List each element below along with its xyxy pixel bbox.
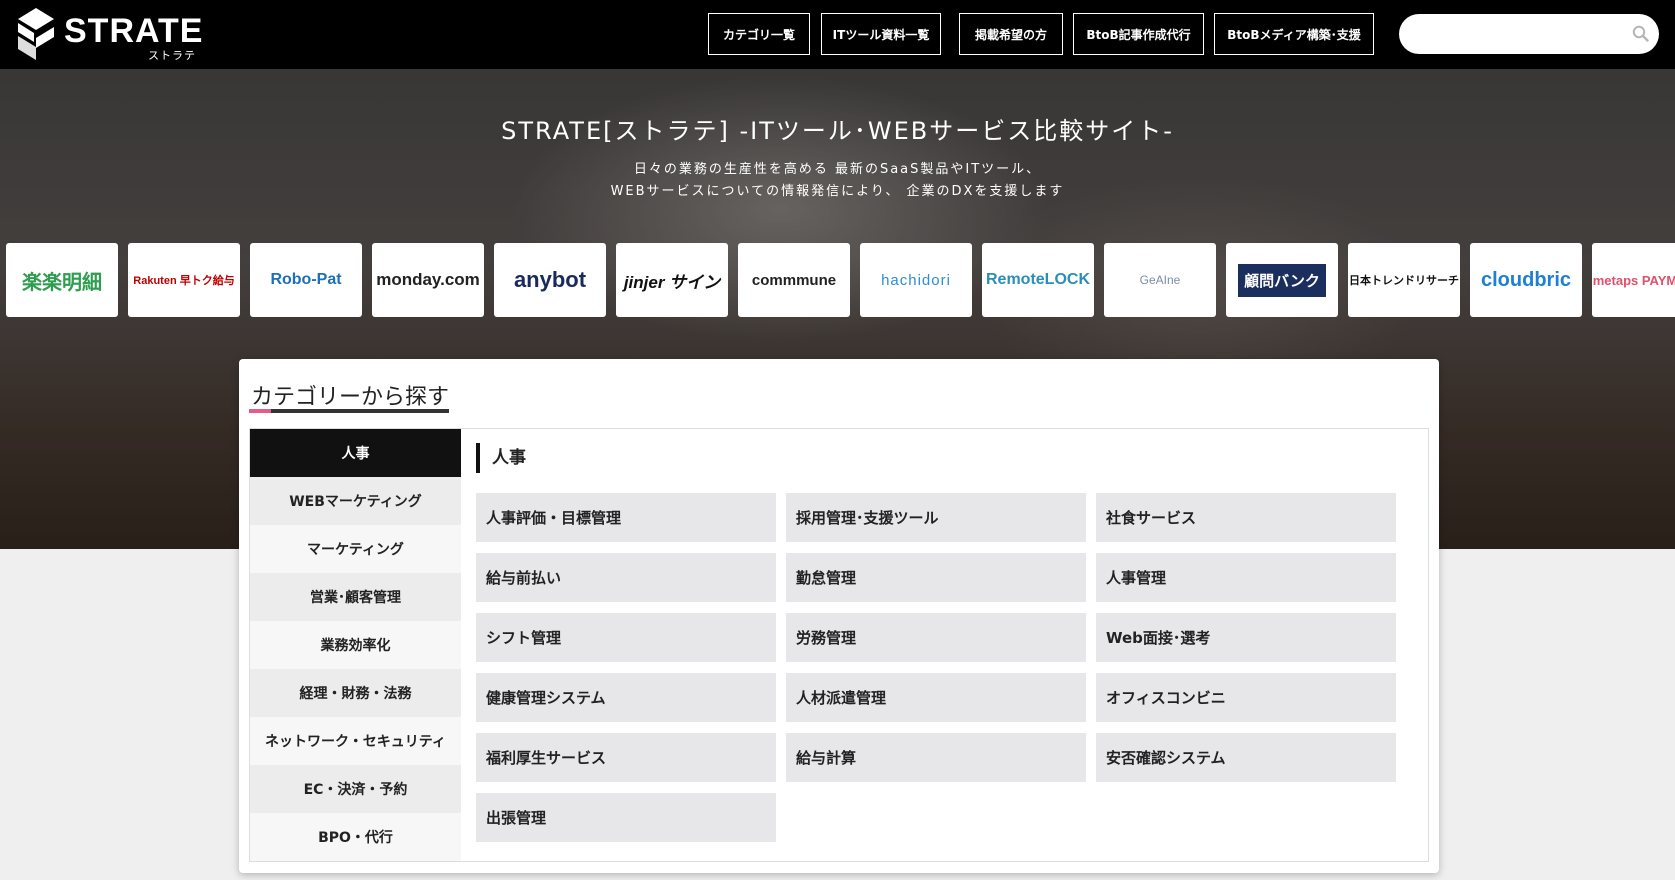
partner-logo-cloudbric[interactable]: cloudbric bbox=[1470, 243, 1582, 317]
partner-logo-rakuraku-meisai[interactable]: 楽楽明細 bbox=[6, 243, 118, 317]
partner-logo-carousel: 楽楽明細 Rakuten 早トク給与 Robo-Pat monday.com a… bbox=[6, 243, 1675, 317]
partner-logo-remotelock[interactable]: RemoteLOCK bbox=[982, 243, 1094, 317]
hero-title: STRATE[ストラテ] -ITツール･WEBサービス比較サイト- bbox=[501, 117, 1174, 145]
subcategory-link[interactable]: 出張管理 bbox=[476, 793, 776, 842]
logo-label: Robo-Pat bbox=[270, 271, 342, 288]
logo-label: anybot bbox=[513, 267, 587, 292]
logo-label: GeAIne bbox=[1139, 273, 1181, 287]
subcategory-link[interactable]: 給与前払い bbox=[476, 553, 776, 602]
logo-subtext: ストラテ bbox=[148, 49, 196, 62]
subcategory-link[interactable]: シフト管理 bbox=[476, 613, 776, 662]
category-tab-network-security[interactable]: ネットワーク・セキュリティ bbox=[250, 717, 461, 765]
category-sidebar: 人事 WEBマーケティング マーケティング 営業･顧客管理 業務効率化 経理・財… bbox=[250, 429, 461, 861]
nav-btob-article-button[interactable]: BtoB記事作成代行 bbox=[1073, 13, 1204, 55]
category-section-title: カテゴリーから探す bbox=[251, 385, 450, 410]
category-tab-hr[interactable]: 人事 bbox=[250, 429, 461, 477]
subcategory-link[interactable]: 安否確認システム bbox=[1096, 733, 1396, 782]
logo-label: 日本トレンドリサーチ bbox=[1349, 275, 1459, 287]
subcategory-link[interactable]: 人事管理 bbox=[1096, 553, 1396, 602]
logo-label: 顧問バンク bbox=[1238, 263, 1326, 297]
partner-logo-komon-bank[interactable]: 顧問バンク bbox=[1226, 243, 1338, 317]
logo-label: 楽楽明細 bbox=[22, 271, 102, 294]
category-panel: カテゴリーから探す 人事 WEBマーケティング マーケティング 営業･顧客管理 … bbox=[239, 359, 1439, 873]
subcategory-link[interactable]: 福利厚生サービス bbox=[476, 733, 776, 782]
logo-label: RemoteLOCK bbox=[985, 271, 1090, 288]
partner-logo-rakuten-hayatoku[interactable]: Rakuten 早トク給与 bbox=[128, 243, 240, 317]
subcategory-link[interactable]: 健康管理システム bbox=[476, 673, 776, 722]
subcategory-link[interactable]: 人事評価・目標管理 bbox=[476, 493, 776, 542]
subcategory-link[interactable]: 人材派遣管理 bbox=[786, 673, 1086, 722]
logo-label: Rakuten 早トク給与 bbox=[133, 275, 235, 287]
subcategory-link[interactable]: 労務管理 bbox=[786, 613, 1086, 662]
logo-text: STRATE bbox=[64, 12, 204, 50]
title-underline bbox=[249, 409, 449, 413]
nav-listing-request-button[interactable]: 掲載希望の方 bbox=[959, 13, 1063, 55]
partner-logo-nihon-trend-research[interactable]: 日本トレンドリサーチ bbox=[1348, 243, 1460, 317]
hero-description-line-2: WEBサービスについての情報発信により、 企業のDXを支援します bbox=[610, 184, 1065, 199]
partner-logo-hachidori[interactable]: hachidori bbox=[860, 243, 972, 317]
subcategory-link[interactable]: Web面接･選考 bbox=[1096, 613, 1396, 662]
search-input[interactable] bbox=[1415, 22, 1615, 46]
strate-logo-icon bbox=[18, 8, 54, 60]
category-tab-web-marketing[interactable]: WEBマーケティング bbox=[250, 477, 461, 525]
partner-logo-monday[interactable]: monday.com bbox=[372, 243, 484, 317]
hero-description: 日々の業務の生産性を高める 最新のSaaS製品やITツール、 WEBサービスにつ… bbox=[0, 159, 1675, 203]
subcategory-link[interactable]: 採用管理･支援ツール bbox=[786, 493, 1086, 542]
partner-logo-geaine[interactable]: GeAIne bbox=[1104, 243, 1216, 317]
category-tab-accounting-legal[interactable]: 経理・財務・法務 bbox=[250, 669, 461, 717]
category-tab-efficiency[interactable]: 業務効率化 bbox=[250, 621, 461, 669]
logo-label: jinjer サイン bbox=[623, 272, 721, 292]
category-tab-sales-crm[interactable]: 営業･顧客管理 bbox=[250, 573, 461, 621]
partner-logo-commmune[interactable]: commmune bbox=[738, 243, 850, 317]
subcategory-link[interactable]: 勤怠管理 bbox=[786, 553, 1086, 602]
active-category-heading: 人事 bbox=[476, 443, 526, 473]
category-tab-bpo[interactable]: BPO・代行 bbox=[250, 813, 461, 861]
subcategory-link[interactable]: 社食サービス bbox=[1096, 493, 1396, 542]
hero-description-line-1: 日々の業務の生産性を高める 最新のSaaS製品やITツール、 bbox=[633, 162, 1042, 177]
nav-category-list-button[interactable]: カテゴリ一覧 bbox=[708, 13, 810, 55]
nav-btob-media-button[interactable]: BtoBメディア構築･支援 bbox=[1214, 13, 1374, 55]
category-content: 人事 人事評価・目標管理 採用管理･支援ツール 社食サービス 給与前払い 勤怠管… bbox=[461, 429, 1428, 861]
category-tab-ec-payment[interactable]: EC・決済・予約 bbox=[250, 765, 461, 813]
site-header: STRATE ストラテ カテゴリ一覧 ITツール資料一覧 掲載希望の方 BtoB… bbox=[0, 0, 1675, 69]
logo-label: metaps PAYMENT bbox=[1592, 272, 1675, 288]
partner-logo-metaps-payment[interactable]: metaps PAYMENT bbox=[1592, 243, 1675, 317]
partner-logo-robo-pat[interactable]: Robo-Pat bbox=[250, 243, 362, 317]
subcategory-grid: 人事評価・目標管理 採用管理･支援ツール 社食サービス 給与前払い 勤怠管理 人… bbox=[476, 493, 1396, 842]
nav-it-tool-docs-button[interactable]: ITツール資料一覧 bbox=[821, 13, 941, 55]
partner-logo-anybot[interactable]: anybot bbox=[494, 243, 606, 317]
category-browser: 人事 WEBマーケティング マーケティング 営業･顧客管理 業務効率化 経理・財… bbox=[249, 428, 1429, 862]
logo-label: hachidori bbox=[881, 271, 951, 289]
logo-label: monday.com bbox=[376, 270, 480, 289]
search-icon[interactable] bbox=[1632, 25, 1649, 42]
logo-label: cloudbric bbox=[1480, 268, 1571, 291]
logo-label: commmune bbox=[751, 271, 837, 289]
category-tab-marketing[interactable]: マーケティング bbox=[250, 525, 461, 573]
subcategory-link[interactable]: 給与計算 bbox=[786, 733, 1086, 782]
search-box bbox=[1399, 14, 1659, 54]
partner-logo-jinjer-sign[interactable]: jinjer サイン bbox=[616, 243, 728, 317]
subcategory-link[interactable]: オフィスコンビニ bbox=[1096, 673, 1396, 722]
